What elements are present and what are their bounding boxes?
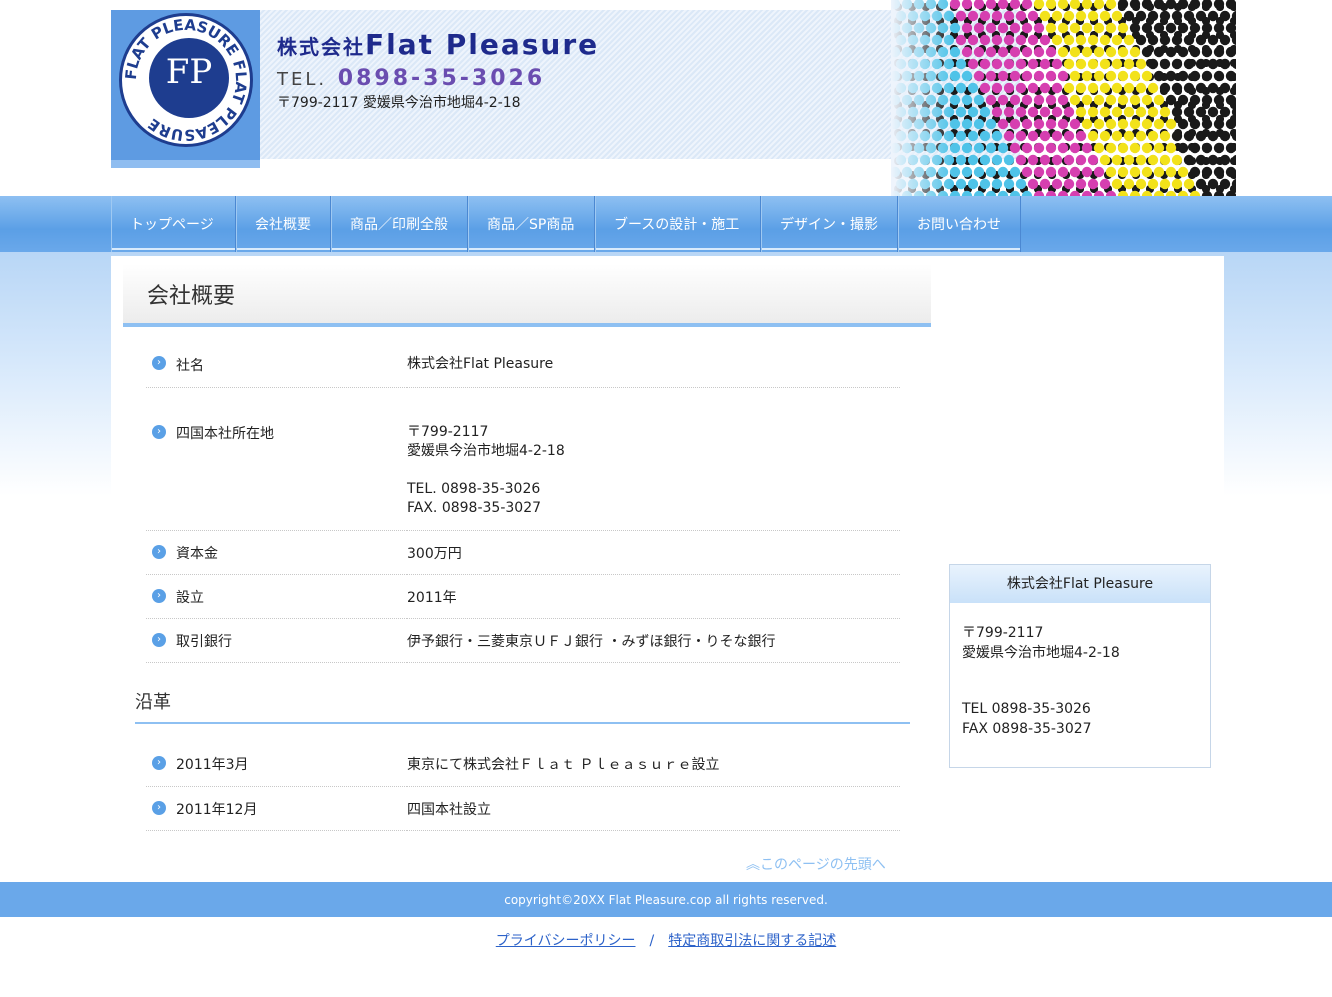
row-value-line: 愛媛県今治市地堀4-2-18 [407, 442, 565, 459]
nav-item-sp-products[interactable]: 商品／SP商品 [468, 196, 595, 252]
table-row: › 社名 株式会社Flat Pleasure [146, 342, 900, 388]
page-top-link[interactable]: ︽このページの先頭へ [746, 854, 886, 874]
tel-number: 0898-35-3026 [337, 66, 546, 91]
sidebar-title: 株式会社Flat Pleasure [950, 565, 1210, 603]
row-value-line: FAX. 0898-35-3027 [407, 499, 542, 516]
nav-item-booth[interactable]: ブースの設計・施工 [595, 196, 761, 252]
chevron-right-icon: › [152, 756, 166, 770]
logo-seal: FLAT PLEASURE FLAT PLEASURE FP [119, 13, 253, 147]
row-value: 四国本社設立 [407, 801, 491, 818]
table-row: › 設立 2011年 [146, 574, 900, 619]
nav-item-top[interactable]: トップページ [111, 196, 236, 252]
logo-text: FP [165, 52, 213, 92]
row-value: 伊予銀行・三菱東京ＵＦＪ銀行 ・みずほ銀行・りそな銀行 [407, 633, 776, 650]
page-title: 会社概要 [123, 264, 931, 327]
header-tel: TEL. 0898-35-3026 [277, 66, 545, 91]
tel-label: TEL. [277, 69, 328, 90]
nav-label: ブースの設計・施工 [614, 217, 740, 233]
company-table: › 社名 株式会社Flat Pleasure › 四国本社所在地 〒799-2117… [146, 342, 900, 663]
table-row: › 資本金 300万円 [146, 530, 900, 575]
footer-separator: / [649, 933, 655, 949]
row-value-line: 〒799-2117 [407, 423, 489, 440]
row-label: 社名 [176, 358, 204, 374]
dots-illustration [891, 0, 1236, 196]
site-header: FLAT PLEASURE FLAT PLEASURE FP 株式会社Flat … [111, 0, 1236, 196]
nav-label: 商品／印刷全般 [350, 217, 448, 233]
global-nav: トップページ 会社概要 商品／印刷全般 商品／SP商品 ブースの設計・施工 デザ… [0, 196, 1332, 252]
history-table: › 2011年3月 東京にて株式会社Ｆｌａｔ Ｐｌｅａｓｕｒｅ設立 › 2011年1… [146, 742, 900, 831]
chevron-right-icon: › [152, 632, 166, 647]
row-value: 300万円 [407, 545, 462, 562]
nav-item-company[interactable]: 会社概要 [236, 196, 331, 252]
header-dots-image [891, 0, 1236, 196]
sidebar-address: 愛媛県今治市地堀4-2-18 [962, 645, 1120, 661]
chevron-right-icon: › [152, 800, 166, 815]
nav-label: トップページ [130, 217, 214, 233]
table-row: › 取引銀行 伊予銀行・三菱東京ＵＦＪ銀行 ・みずほ銀行・りそな銀行 [146, 618, 900, 663]
company-title: 株式会社Flat Pleasure [277, 28, 599, 61]
nav-item-printing[interactable]: 商品／印刷全般 [331, 196, 468, 252]
double-chevron-up-icon: ︽ [746, 857, 760, 873]
chevron-right-icon: › [152, 544, 166, 559]
logo-core: FP [149, 38, 229, 118]
footer-links: プライバシーポリシー / 特定商取引法に関する記述 [0, 930, 1332, 950]
sidebar-postal: 〒799-2117 [962, 625, 1044, 641]
table-row: › 四国本社所在地 〒799-2117 愛媛県今治市地堀4-2-18 TEL. 0… [146, 387, 900, 531]
row-label: 設立 [176, 589, 204, 606]
row-label: 取引銀行 [176, 633, 232, 650]
chevron-right-icon: › [152, 356, 166, 370]
nav-item-design[interactable]: デザイン・撮影 [761, 196, 898, 252]
table-row: › 2011年12月 四国本社設立 [146, 786, 900, 831]
privacy-policy-link[interactable]: プライバシーポリシー [496, 933, 636, 949]
row-label: 資本金 [176, 545, 218, 562]
main-content: 会社概要 › 社名 株式会社Flat Pleasure › 四国本社所在地 〒799… [111, 256, 1224, 880]
footer-copyright: copyright©20XX Flat Pleasure.cop all rig… [0, 882, 1332, 917]
chevron-right-icon: › [152, 588, 166, 603]
row-value: 2011年 [407, 589, 457, 606]
sidebar-tel: TEL 0898-35-3026 [962, 701, 1091, 717]
sidebar-contact-box: 株式会社Flat Pleasure 〒799-2117 愛媛県今治市地堀4-2-… [949, 564, 1211, 768]
commercial-law-link[interactable]: 特定商取引法に関する記述 [668, 933, 836, 949]
header-address: 〒799-2117 愛媛県今治市地堀4-2-18 [277, 95, 521, 111]
row-value: 株式会社Flat Pleasure [407, 356, 554, 372]
company-prefix: 株式会社 [277, 35, 365, 59]
nav-label: 会社概要 [255, 217, 311, 233]
row-value: 東京にて株式会社Ｆｌａｔ Ｐｌｅａｓｕｒｅ設立 [407, 757, 720, 773]
sidebar-body: 〒799-2117 愛媛県今治市地堀4-2-18 TEL 0898-35-302… [950, 603, 1210, 759]
row-label: 四国本社所在地 [176, 425, 274, 442]
chevron-right-icon: › [152, 424, 166, 439]
nav-item-contact[interactable]: お問い合わせ [898, 196, 1021, 252]
logo[interactable]: FLAT PLEASURE FLAT PLEASURE FP [111, 10, 260, 168]
row-label: 2011年12月 [176, 801, 258, 818]
table-row: › 2011年3月 東京にて株式会社Ｆｌａｔ Ｐｌｅａｓｕｒｅ設立 [146, 742, 900, 787]
page-top-label: このページの先頭へ [760, 857, 886, 873]
company-name: Flat Pleasure [365, 28, 600, 61]
sidebar-fax: FAX 0898-35-3027 [962, 721, 1092, 737]
nav-label: お問い合わせ [917, 217, 1001, 233]
nav-label: 商品／SP商品 [487, 217, 575, 233]
nav-label: デザイン・撮影 [780, 217, 878, 233]
row-label: 2011年3月 [176, 757, 249, 773]
row-value-spacer [407, 461, 900, 480]
history-title: 沿革 [135, 684, 910, 724]
row-value-line: TEL. 0898-35-3026 [407, 480, 541, 497]
